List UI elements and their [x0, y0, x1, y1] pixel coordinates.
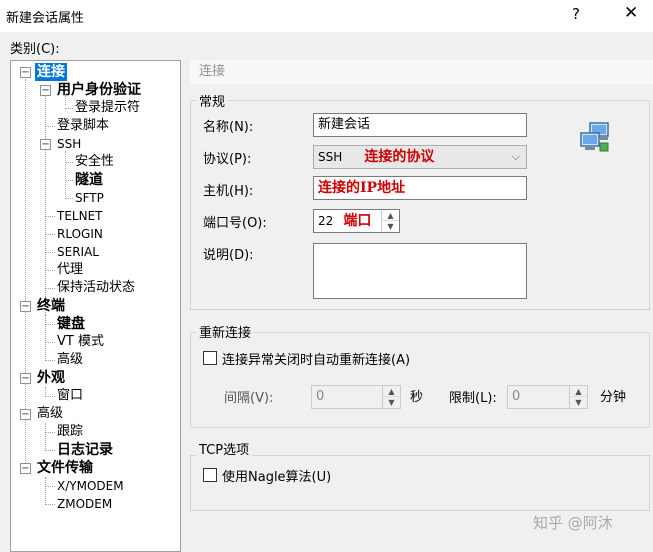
description-textarea[interactable] [313, 243, 527, 299]
spin-down-icon[interactable]: ▼ [383, 397, 400, 408]
tree-item-login-prompts[interactable]: 登录提示符 [75, 99, 140, 117]
section-header: 连接 [190, 60, 653, 84]
tree-item-tunnels[interactable]: 隧道 [75, 171, 103, 189]
spin-up-icon[interactable]: ▲ [382, 210, 399, 221]
help-icon[interactable]: ? [572, 5, 580, 23]
tree-item-telnet[interactable]: TELNET [57, 207, 103, 225]
category-tree[interactable]: − 连接 − 用户身份验证 登录提示符 登录脚本 − SSH 安全性 隧道 SF… [10, 60, 181, 552]
port-value: 22 [318, 214, 334, 228]
tree-item-connection[interactable]: 连接 [35, 63, 67, 81]
window-title: 新建会话属性 [6, 11, 85, 26]
tcp-group-title: TCP选项 [196, 439, 253, 458]
tree-item-zmodem[interactable]: ZMODEM [57, 495, 112, 513]
interval-stepper[interactable]: 0 ▲ ▼ [311, 385, 401, 409]
interval-label: 间隔(V): [224, 391, 274, 406]
limit-stepper[interactable]: 0 ▲ ▼ [507, 385, 588, 409]
host-input[interactable]: 连接的IP地址 [313, 176, 527, 200]
interval-unit: 秒 [410, 390, 424, 405]
collapse-icon[interactable]: − [20, 301, 31, 312]
tree-item-sftp[interactable]: SFTP [75, 189, 104, 207]
reconnect-group-title: 重新连接 [196, 322, 255, 341]
interval-value: 0 [316, 389, 325, 404]
port-spin[interactable]: ▲ ▼ [381, 210, 399, 232]
limit-unit: 分钟 [600, 390, 627, 405]
host-label: 主机(H): [203, 184, 254, 199]
port-label: 端口号(O): [203, 216, 267, 231]
tree-item-keyboard[interactable]: 键盘 [57, 315, 85, 333]
tree-item-proxy[interactable]: 代理 [57, 261, 83, 279]
protocol-value: SSH [318, 150, 343, 164]
collapse-icon[interactable]: − [20, 463, 31, 474]
network-computers-icon [578, 121, 612, 155]
tree-item-appearance[interactable]: 外观 [37, 369, 65, 387]
watermark: 知乎 @阿沐 [533, 514, 613, 532]
interval-spin[interactable]: ▲ ▼ [382, 386, 400, 408]
limit-spin[interactable]: ▲ ▼ [569, 386, 587, 408]
tree-item-security[interactable]: 安全性 [75, 153, 114, 171]
collapse-icon[interactable]: − [40, 85, 51, 96]
collapse-icon[interactable]: − [20, 67, 31, 78]
reconnect-group [190, 332, 650, 428]
tree-item-keep-alive[interactable]: 保持活动状态 [57, 279, 135, 297]
collapse-icon[interactable]: − [20, 373, 31, 384]
auto-reconnect-checkbox[interactable] [203, 351, 217, 365]
title-bar: 新建会话属性 ? ✕ [0, 0, 653, 32]
collapse-icon[interactable]: − [20, 409, 31, 420]
limit-value: 0 [512, 389, 521, 404]
name-input[interactable]: 新建会话 [313, 113, 527, 137]
name-label: 名称(N): [203, 120, 254, 135]
category-label: 类别(C): [10, 42, 60, 57]
collapse-icon[interactable]: − [40, 139, 51, 150]
tree-item-terminal[interactable]: 终端 [37, 297, 65, 315]
tree-item-terminal-advanced[interactable]: 高级 [57, 351, 83, 369]
limit-label: 限制(L): [449, 391, 497, 406]
protocol-label: 协议(P): [203, 152, 252, 167]
description-label: 说明(D): [203, 248, 254, 263]
tree-item-trace[interactable]: 跟踪 [57, 423, 83, 441]
tree-item-user-auth[interactable]: 用户身份验证 [57, 81, 141, 99]
protocol-select[interactable]: SSH 连接的协议 ⌵ [313, 145, 527, 169]
tree-item-login-script[interactable]: 登录脚本 [57, 117, 109, 135]
nagle-checkbox[interactable] [203, 468, 217, 482]
protocol-annotation: 连接的协议 [364, 149, 435, 165]
host-annotation: 连接的IP地址 [318, 180, 406, 196]
tree-item-window[interactable]: 窗口 [57, 387, 83, 405]
port-stepper[interactable]: 22 端口 ▲ ▼ [313, 209, 400, 233]
tree-item-rlogin[interactable]: RLOGIN [57, 225, 103, 243]
port-annotation: 端口 [343, 213, 372, 229]
chevron-down-icon: ⌵ [511, 150, 520, 163]
spin-up-icon[interactable]: ▲ [383, 386, 400, 397]
auto-reconnect-label[interactable]: 连接异常关闭时自动重新连接(A) [222, 349, 410, 368]
close-icon[interactable]: ✕ [624, 3, 638, 23]
general-group-title: 常规 [196, 91, 229, 110]
spin-down-icon[interactable]: ▼ [382, 221, 399, 232]
tree-item-advanced[interactable]: 高级 [37, 405, 63, 423]
nagle-label[interactable]: 使用Nagle算法(U) [222, 466, 331, 485]
tree-item-logging[interactable]: 日志记录 [57, 441, 113, 459]
spin-down-icon[interactable]: ▼ [570, 397, 587, 408]
tree-item-xymodem[interactable]: X/YMODEM [57, 477, 124, 495]
tree-item-vt-modes[interactable]: VT 模式 [57, 333, 104, 351]
tree-item-serial[interactable]: SERIAL [57, 243, 99, 261]
tree-item-ssh[interactable]: SSH [57, 135, 81, 153]
tree-item-file-transfer[interactable]: 文件传输 [37, 459, 93, 477]
spin-up-icon[interactable]: ▲ [570, 386, 587, 397]
